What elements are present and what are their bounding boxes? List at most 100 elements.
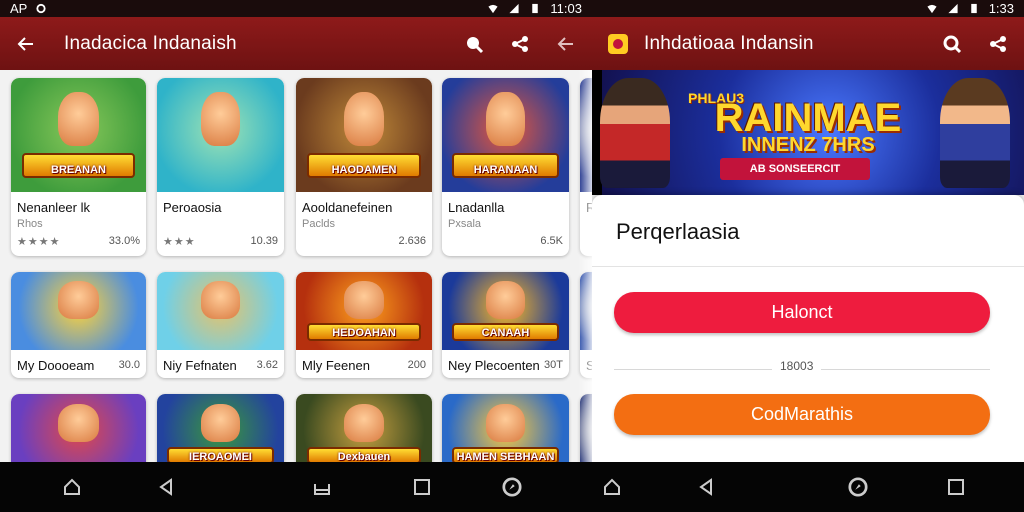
home-button[interactable] <box>602 477 622 497</box>
app-card[interactable]: Niy Fefnaten 3.62 <box>157 272 284 378</box>
app-card[interactable]: HARANAAN Lnadanlla Pxsala 6.5K <box>442 78 569 256</box>
status-time: 11:03 <box>550 1 582 16</box>
app-logo <box>606 32 630 56</box>
app-logo-icon <box>608 33 628 54</box>
app-card[interactable]: HEDOAHAN Mly Feenen 200 <box>296 272 432 378</box>
app-category: Rhos <box>17 218 43 230</box>
app-card[interactable]: Peroaosia ★★★ 10.39 <box>157 78 284 256</box>
search-button[interactable] <box>462 32 486 56</box>
app-name: My Doooeam <box>17 358 95 373</box>
app-name: Lnadanlla <box>448 200 505 215</box>
app-thumbnail <box>157 272 284 350</box>
thumbnail-text: CANAAH <box>481 327 530 340</box>
status-time: 1:33 <box>988 1 1014 16</box>
app-title: Inhdatioaa Indansin <box>644 32 814 54</box>
app-meta: 3.62 <box>256 359 278 371</box>
banner-subtitle: INNENZ 7HRS <box>741 134 875 156</box>
status-bar: 1:33 <box>592 0 1024 17</box>
app-meta: 33.0% <box>108 235 140 247</box>
nav-bar <box>0 462 592 512</box>
featured-banner[interactable]: PHLAU3 RAINMAE INNENZ 7HRS AB SONSEERCIT <box>592 70 1024 195</box>
app-title: Inadacica Indanaish <box>64 32 237 54</box>
app-card[interactable]: HAODAMEN Aooldanefeinen Paclds 2.636 <box>296 78 432 256</box>
nav-bar <box>592 462 1024 512</box>
thumbnail-text: HARANAAN <box>473 164 538 177</box>
app-name: Niy Fefnaten <box>163 358 237 373</box>
app-thumbnail <box>157 78 284 192</box>
app-meta: 2.636 <box>398 235 426 247</box>
square-icon <box>414 479 430 495</box>
app-thumbnail: BREANAN <box>11 78 146 192</box>
arrow-left-icon <box>557 36 573 51</box>
home-icon <box>604 478 620 495</box>
thumbnail-text: HAODAMEN <box>331 164 397 177</box>
app-name: Peroaosia <box>163 200 222 215</box>
settings-icon <box>36 3 46 14</box>
thumbnail-text: IEROAOMEI <box>189 450 252 463</box>
app-meta: 200 <box>407 359 426 371</box>
status-bar: AP 11:03 <box>0 0 592 17</box>
collapse-button[interactable] <box>554 32 578 56</box>
character-art <box>343 91 385 147</box>
secondary-action-button[interactable]: CodMarathis <box>614 394 990 435</box>
recents-button[interactable] <box>946 477 966 497</box>
search-icon <box>943 35 962 53</box>
app-thumbnail: HARANAAN <box>442 78 569 192</box>
banner-tag: AB SONSEERCIT <box>720 158 870 180</box>
app-category: Pxsala <box>448 218 482 230</box>
back-nav-button[interactable] <box>696 477 716 497</box>
character-art <box>201 281 240 319</box>
app-bar: Inadacica Indanaish <box>0 17 592 70</box>
triangle-back-icon <box>699 478 712 496</box>
app-meta: 30.0 <box>118 359 140 371</box>
app-meta: 10.39 <box>250 235 278 247</box>
back-nav-button[interactable] <box>156 477 176 497</box>
compass-icon <box>502 477 522 497</box>
signal-icon <box>509 3 520 14</box>
triangle-back-icon <box>159 478 172 496</box>
assistant-button[interactable] <box>502 477 522 497</box>
thumbnail-text: HAMEN SEBHAAN <box>456 450 555 463</box>
signal-icon <box>948 3 958 14</box>
app-name: Mly Feenen <box>302 358 370 373</box>
right-screen: 1:33 Inhdatioaa Indansin PHLAU3 RAINMAE … <box>592 0 1024 512</box>
thumbnail-text: Dexbauen <box>337 450 391 463</box>
app-bar: Inhdatioaa Indansin <box>592 17 1024 70</box>
character-art <box>343 403 385 442</box>
character-art <box>486 91 525 147</box>
home-button[interactable] <box>62 477 82 497</box>
app-card[interactable]: BREANAN Nenanleer lk Rhos ★★★★ 33.0% <box>11 78 146 256</box>
tray-button[interactable] <box>312 477 332 497</box>
compass-icon <box>848 477 868 497</box>
share-button[interactable] <box>986 32 1010 56</box>
tray-icon <box>314 484 330 495</box>
home-icon <box>64 478 80 495</box>
share-button[interactable] <box>508 32 532 56</box>
square-icon <box>948 479 964 495</box>
app-meta: 30T <box>544 359 563 371</box>
app-grid: BREANAN Nenanleer lk Rhos ★★★★ 33.0% Peroaosi… <box>0 70 592 474</box>
screen-edge-fade <box>578 70 592 462</box>
character-art <box>486 403 525 442</box>
arrow-left-icon <box>17 36 33 51</box>
search-button[interactable] <box>940 32 964 56</box>
rating-stars: ★★★ <box>163 236 196 248</box>
app-name: Nenanleer lk <box>17 200 90 215</box>
character-art <box>58 281 99 319</box>
app-name: Aooldanefeinen <box>302 200 393 215</box>
character-art <box>58 403 99 442</box>
character-art <box>201 403 240 442</box>
rating-stars: ★★★★ <box>17 236 61 248</box>
app-card[interactable]: My Doooeam 30.0 <box>11 272 146 378</box>
status-app-label: AP <box>10 1 28 16</box>
app-card[interactable]: CANAAH Ney Plecoenten 30T <box>442 272 569 378</box>
primary-action-button[interactable]: Halonct <box>614 292 990 333</box>
character-art <box>58 91 99 147</box>
share-icon <box>990 35 1006 52</box>
back-button[interactable] <box>14 32 38 56</box>
character-art <box>201 91 240 147</box>
recents-button[interactable] <box>412 477 432 497</box>
assistant-button[interactable] <box>848 477 868 497</box>
app-thumbnail: HAODAMEN <box>296 78 432 192</box>
thumbnail-text: BREANAN <box>51 164 106 177</box>
